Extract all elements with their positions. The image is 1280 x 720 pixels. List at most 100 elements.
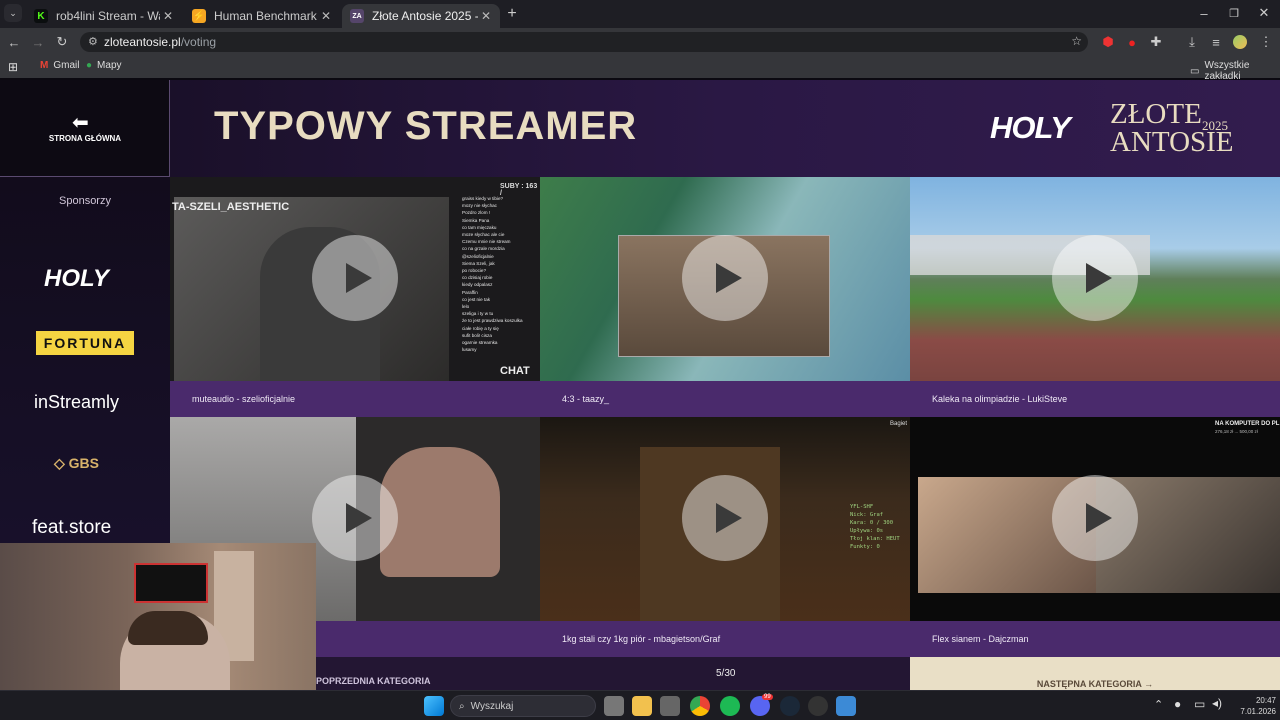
forward-icon[interactable]: → [28,32,48,52]
chat-line: Czemu mnie nie stream [462,239,511,245]
restore-icon[interactable]: ❐ [1224,3,1244,23]
address-bar[interactable]: ⚙ zloteantosie.pl/voting ☆ [80,32,1088,52]
play-button-icon[interactable] [682,475,768,561]
chat-line: kiedy odpalasz [462,282,493,288]
apps-grid-icon[interactable]: ⊞ [8,60,18,74]
chat-line: @szelioficjalnie [462,253,494,259]
reload-icon[interactable]: ↻ [52,32,72,52]
play-button-icon[interactable] [312,235,398,321]
app-blue-icon[interactable] [836,696,856,716]
play-button-icon[interactable] [1052,235,1138,321]
bookmark-gmail[interactable]: M Gmail [40,60,79,71]
category-header: TYPOWY STREAMER HOLY ZŁOTE ANTOSIE 2025 [170,80,1280,177]
tab-close-icon[interactable]: ✕ [478,9,494,23]
new-tab-icon[interactable]: + [502,4,522,24]
microphone-icon[interactable]: ● [1174,697,1181,711]
bookmark-label: Gmail [53,60,80,71]
extensions-puzzle-icon[interactable]: ✚ [1146,32,1166,52]
back-arrow-icon: ⬅ [72,112,89,134]
zlote-antosie-logo: ZŁOTE ANTOSIE 2025 [1110,100,1234,157]
play-button-icon[interactable] [312,475,398,561]
steam-icon[interactable] [780,696,800,716]
clock-date: 7.01.2026 [1240,707,1276,716]
tab-close-icon[interactable]: ✕ [160,9,176,23]
caption-text: muteaudio - szelioficjalnie [192,394,296,404]
gmail-icon: M [40,60,49,71]
na-komputer-label: NA KOMPUTER DO PL [1215,421,1280,427]
profile-avatar-icon[interactable] [1230,32,1250,52]
minimize-icon[interactable]: – [1194,3,1214,23]
all-bookmarks-label: Wszystkie zakładki [1204,60,1250,82]
video-thumbnail-6[interactable]: NA KOMPUTER DO PL 276,18 zł ... 500,00 z… [910,417,1280,621]
chrome-icon[interactable] [690,696,710,716]
volume-icon[interactable]: ◂) [1212,696,1222,710]
spotify-icon[interactable] [720,696,740,716]
chat-line: lelo [462,304,470,310]
tab-human-benchmark[interactable]: ⚡ Human Benchmark - Sequence ✕ [184,4,340,28]
obs-icon[interactable] [808,696,828,716]
video-caption-1[interactable]: muteaudio - szelioficjalnie [170,381,540,417]
sponsor-instreamly-logo[interactable]: inStreamly [34,392,119,413]
play-button-icon[interactable] [682,235,768,321]
hud-line: Kara: 0 / 300 [850,520,894,526]
tab-close-icon[interactable]: ✕ [318,9,334,23]
video-thumbnail-1[interactable]: TA-SZELI_AESTHETIC SUBY : 163 / graiss k… [170,177,540,381]
video-thumbnail-3[interactable] [910,177,1280,381]
downloads-icon[interactable]: ⤓ [1182,32,1202,52]
sponsor-fortuna-logo[interactable]: FORTUNA [36,331,134,355]
video-caption-5[interactable]: 1kg stali czy 1kg piór - mbagietson/Graf [540,621,910,657]
windows-start-icon[interactable] [424,696,444,716]
task-view-icon[interactable] [604,696,624,716]
video-caption-2[interactable]: 4:3 - taazy_ [540,381,910,417]
microsoft-store-icon[interactable] [660,696,680,716]
display-icon[interactable]: ▭ [1194,697,1205,711]
menu-kebab-icon[interactable]: ⋮ [1256,32,1276,52]
na-komputer-sub: 276,18 zł ... 500,00 zł [1215,429,1258,434]
kick-icon: K [34,9,48,23]
back-icon[interactable]: ← [4,32,24,52]
next-category-button[interactable]: NASTĘPNA KATEGORIA → [910,657,1280,690]
chat-line: co jest nie tak [462,296,491,302]
tab-rob4lini-stream[interactable]: K rob4lini Stream - Watch Live on ✕ [26,4,182,28]
bookmarks-bar: ⊞ M Gmail ● Mapy ▭ Wszystkie zakładki [0,56,1280,82]
tab-zlote-antosie[interactable]: ZA Złote Antosie 2025 - Największ ✕ [342,4,500,28]
bookmark-mapy[interactable]: ● Mapy [86,60,122,71]
zloteantosie-icon: ZA [350,9,364,23]
caption-text: 4:3 - taazy_ [562,394,610,404]
maps-icon: ● [86,60,93,71]
play-button-icon[interactable] [1052,475,1138,561]
stream-chat: graiss kiedy w tibie? mozy nie słychac Poz… [462,195,540,365]
tray-chevron-icon[interactable]: ⌃ [1154,698,1163,711]
prev-category-label: POPRZEDNIA KATEGORIA [316,676,431,686]
video-thumbnail-2[interactable] [540,177,910,381]
room-tv [134,563,208,603]
clock-time: 20:47 [1255,696,1276,705]
prev-category-button[interactable]: POPRZEDNIA KATEGORIA [316,676,540,690]
video-caption-6[interactable]: Flex sianem - Dajczman [910,621,1280,657]
sponsor-featstore-logo[interactable]: feat.store [32,517,111,539]
sponsor-gbs-logo[interactable]: ◇ GBS [54,455,99,472]
bookmark-star-icon[interactable]: ☆ [1071,34,1082,48]
holy-logo: HOLY [990,110,1071,145]
sponsor-holy-logo[interactable]: HOLY [44,265,109,293]
site-info-icon[interactable]: ⚙ [88,35,98,48]
tab-search-chevron-icon[interactable]: ⌄ [4,4,22,22]
windows-taskbar: ⌕ Wyszukaj 99 ⌃ ● ▭ ◂) 20:47 7.01.2026 [0,690,1280,720]
arrow-right-icon: → [1144,679,1154,689]
chat-line: Siema Szeli, jak [462,260,495,266]
taskbar-search[interactable]: ⌕ Wyszukaj [450,695,596,717]
file-explorer-icon[interactable] [632,696,652,716]
extension-red-icon[interactable]: ● [1122,32,1142,52]
chat-line: sufit boli! cisza [462,332,492,338]
tab-title: Złote Antosie 2025 - Największ [372,9,478,23]
all-bookmarks-folder[interactable]: ▭ Wszystkie zakładki [1190,60,1280,82]
media-controls-icon[interactable]: ≡ [1206,32,1226,52]
video-caption-3[interactable]: Kaleka na olimpiadzie - LukiSteve [910,381,1280,417]
close-window-icon[interactable]: ✕ [1254,3,1274,23]
home-link[interactable]: ⬅ STRONA GŁÓWNA [0,80,170,177]
url-domain: zloteantosie.pl [104,35,181,49]
chat-line: co dzisiaj robie [462,275,493,281]
clock[interactable]: 20:47 7.01.2026 [1226,695,1276,717]
extension-shield-icon[interactable]: ⬢ [1098,32,1118,52]
video-thumbnail-5[interactable]: Bagiet YFL-SHF Nick: Graf Kara: 0 / 300 Upł… [540,417,910,621]
